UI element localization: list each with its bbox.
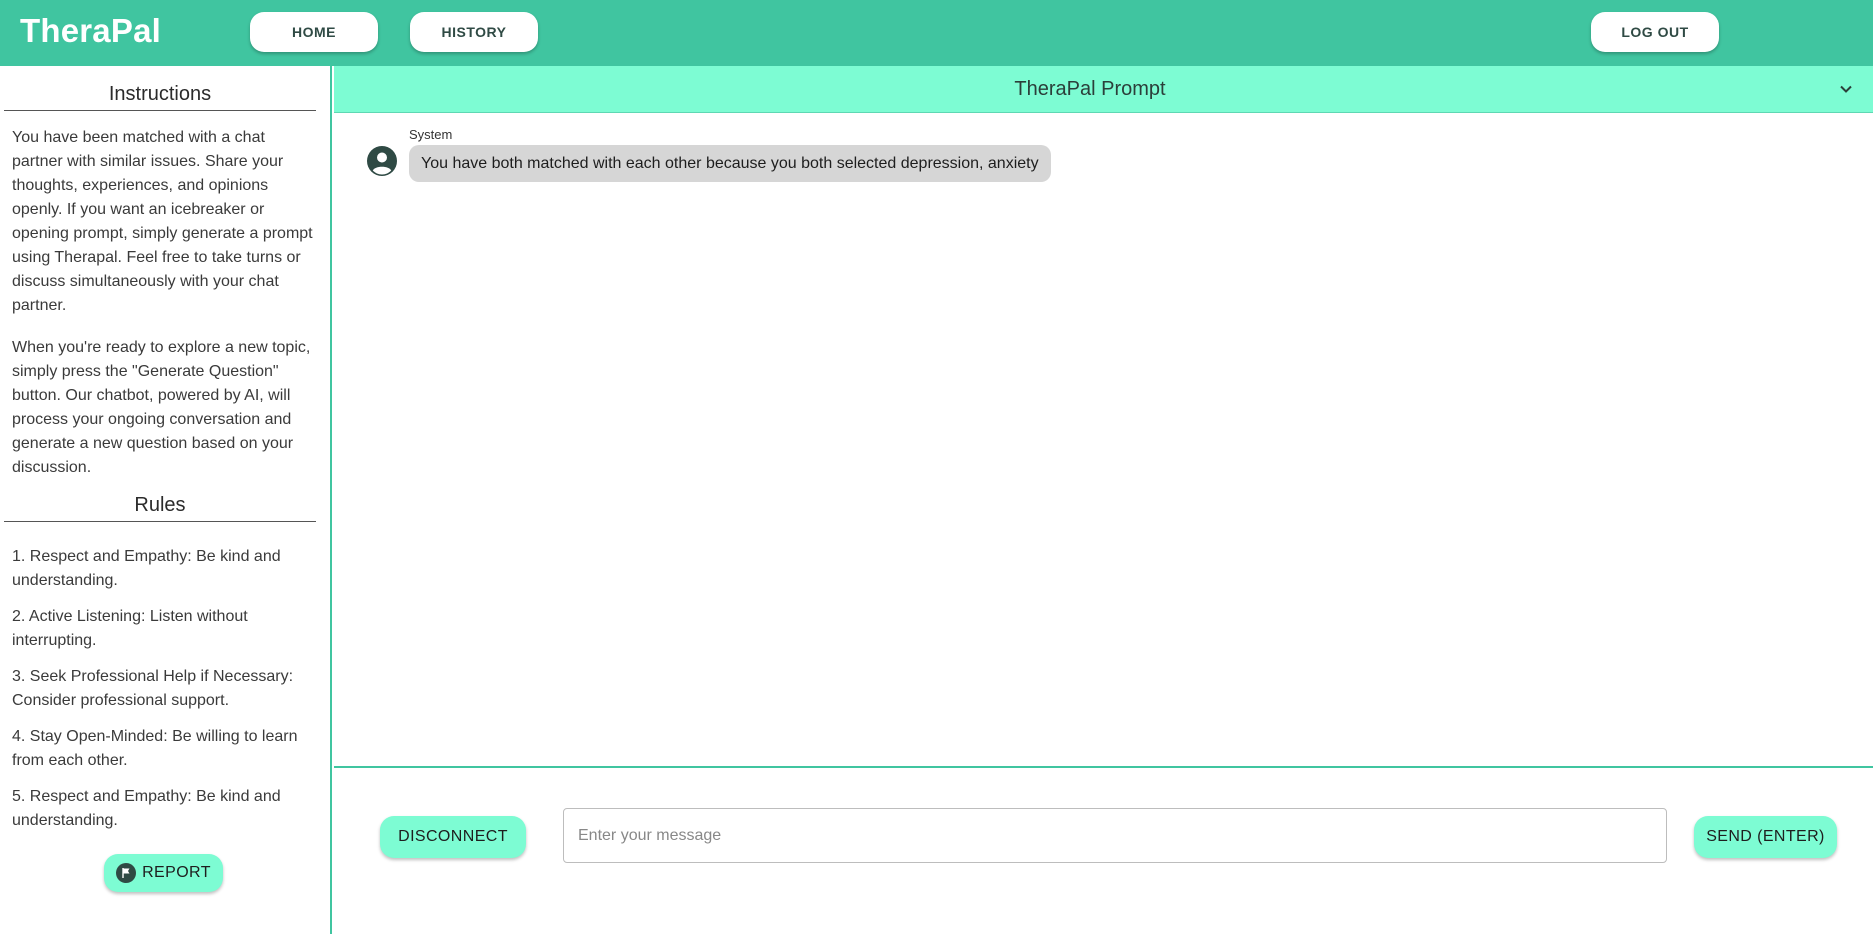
home-button[interactable]: HOME bbox=[250, 12, 378, 52]
flag-icon bbox=[116, 863, 137, 883]
rule-item: 5. Respect and Empathy: Be kind and unde… bbox=[12, 788, 281, 829]
report-button[interactable]: REPORT bbox=[104, 854, 223, 892]
brand-logo: TheraPal bbox=[20, 12, 161, 49]
instructions-paragraph: You have been matched with a chat partne… bbox=[12, 129, 313, 314]
account-circle-icon bbox=[367, 146, 397, 176]
rule-item: 3. Seek Professional Help if Necessary: … bbox=[12, 668, 294, 709]
report-label: REPORT bbox=[142, 864, 211, 881]
chevron-down-icon[interactable] bbox=[1837, 80, 1855, 98]
message-composer: DISCONNECT SEND (ENTER) bbox=[334, 768, 1873, 934]
message-input[interactable] bbox=[563, 808, 1667, 863]
prompt-accordion[interactable]: TheraPal Prompt bbox=[334, 66, 1873, 113]
history-button[interactable]: HISTORY bbox=[410, 12, 538, 52]
message-sender: System bbox=[409, 127, 453, 142]
rule-item: 1. Respect and Empathy: Be kind and unde… bbox=[12, 548, 281, 589]
rules-heading: Rules bbox=[4, 494, 316, 522]
rule-item: 2. Active Listening: Listen without inte… bbox=[12, 608, 248, 649]
instructions-heading: Instructions bbox=[4, 83, 316, 111]
message-bubble: You have both matched with each other be… bbox=[409, 145, 1051, 182]
send-button[interactable]: SEND (ENTER) bbox=[1694, 816, 1837, 858]
prompt-title: TheraPal Prompt bbox=[1014, 78, 1166, 100]
instructions-paragraph: When you're ready to explore a new topic… bbox=[12, 339, 311, 476]
disconnect-button[interactable]: DISCONNECT bbox=[380, 816, 526, 858]
instructions-sidebar: Instructions You have been matched with … bbox=[0, 66, 332, 934]
top-app-bar: TheraPal HOME HISTORY LOG OUT bbox=[0, 0, 1873, 66]
chat-panel: TheraPal Prompt System You have both mat… bbox=[334, 66, 1873, 768]
rule-item: 4. Stay Open-Minded: Be willing to learn… bbox=[12, 728, 298, 769]
logout-button[interactable]: LOG OUT bbox=[1591, 12, 1719, 52]
